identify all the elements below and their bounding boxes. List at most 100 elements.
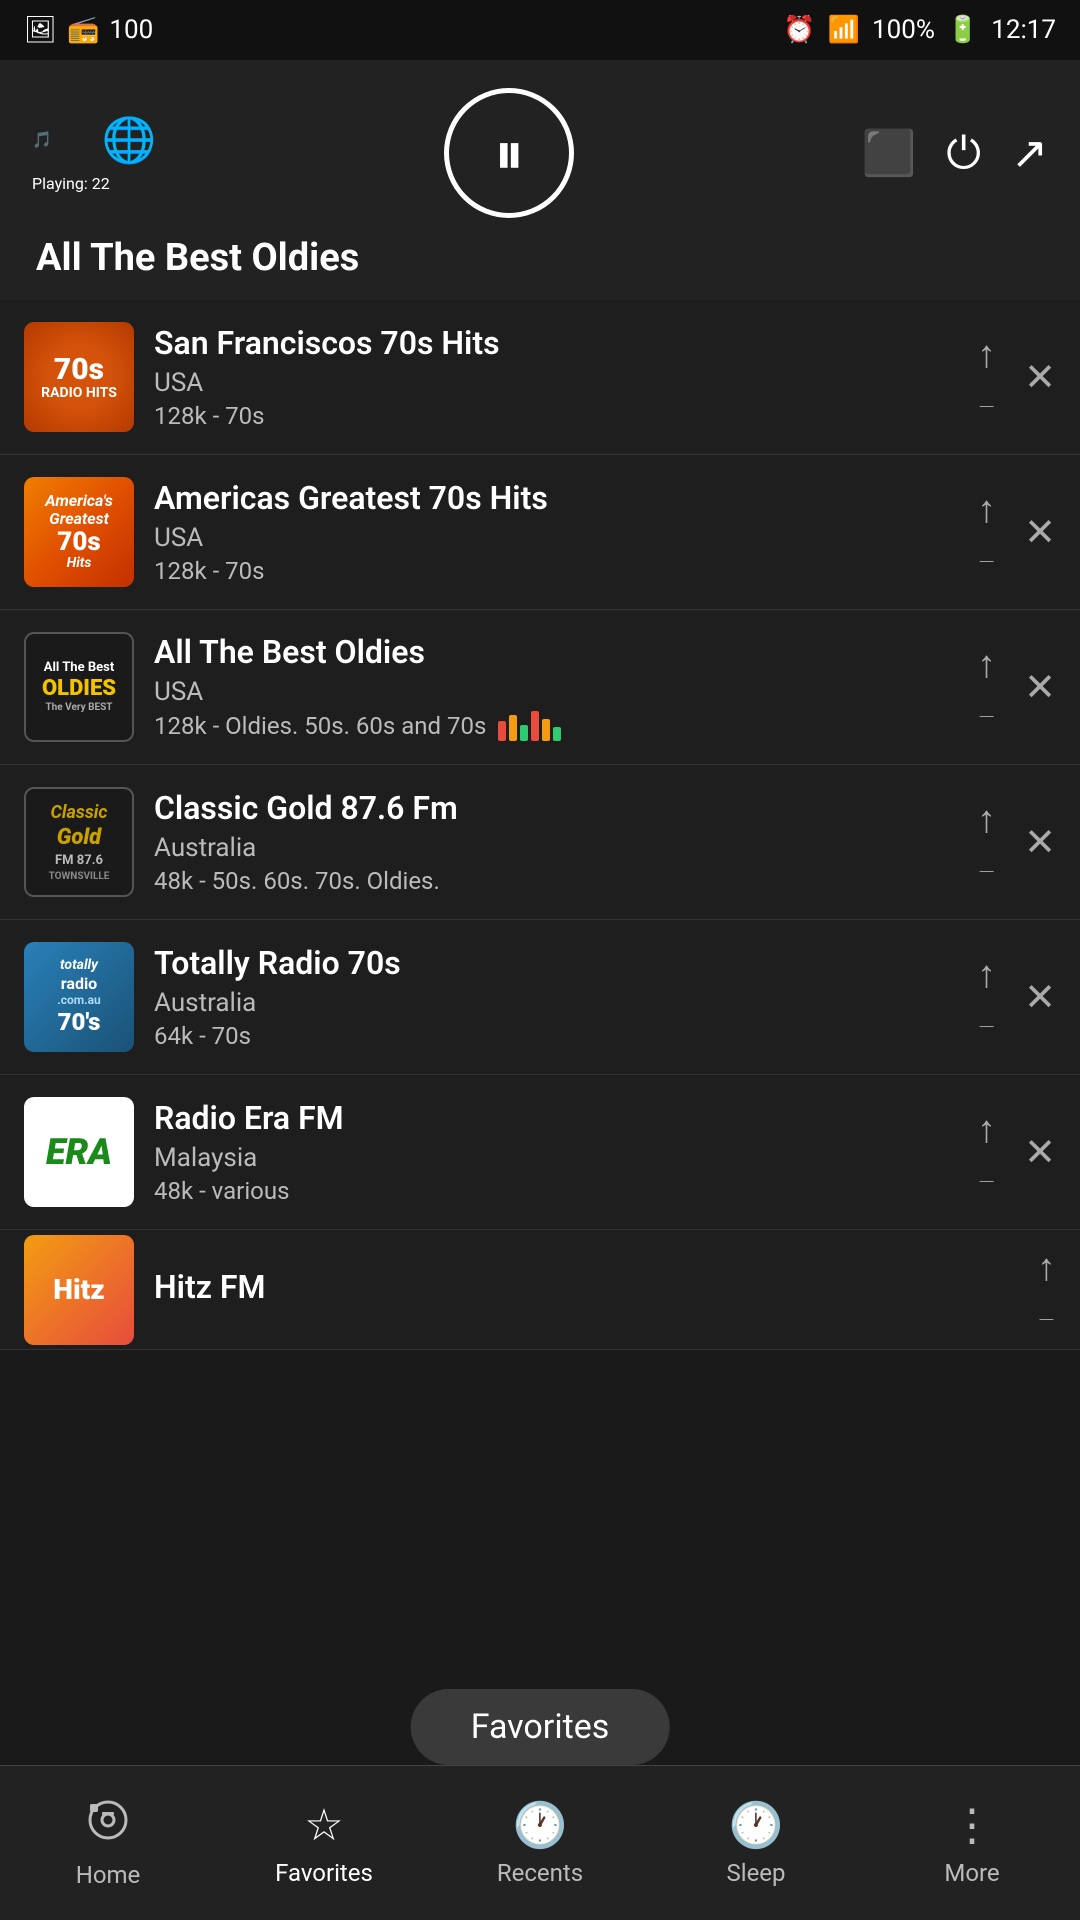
- move-up-button[interactable]: ↑—: [977, 489, 996, 575]
- station-item[interactable]: All The Best OLDIES The Very BEST All Th…: [0, 610, 1080, 765]
- station-country: USA: [154, 368, 957, 398]
- bottom-nav: Home ☆ Favorites 🕐 Recents 🕐 Sleep ⋮ Mor…: [0, 1765, 1080, 1920]
- station-logo: America's Greatest 70s Hits: [24, 477, 134, 587]
- share-button[interactable]: ↗: [1011, 127, 1048, 179]
- station-info: All The Best Oldies USA 128k - Oldies. 5…: [134, 633, 977, 741]
- station-logo: Hitz: [24, 1235, 134, 1345]
- recents-icon: 🕐: [513, 1799, 568, 1851]
- favorites-label: Favorites: [275, 1859, 373, 1887]
- station-actions: ↑— ✕: [977, 954, 1056, 1040]
- wifi-icon: 📶: [828, 15, 860, 45]
- player-header: 🎵 🌐 Playing: 22 ⬛ ⏻ ↗ All The Best Oldie…: [0, 60, 1080, 300]
- more-icon: ⋮: [950, 1799, 994, 1851]
- station-item[interactable]: Classic Gold FM 87.6 TOWNSVILLE Classic …: [0, 765, 1080, 920]
- station-country: USA: [154, 523, 957, 553]
- status-right: ⏰ 📶 100% 🔋 12:17: [783, 15, 1056, 45]
- station-name: All The Best Oldies: [154, 633, 957, 671]
- station-bitrate: 128k - 70s: [154, 402, 957, 430]
- battery-icon: 🔋: [947, 15, 979, 45]
- status-bar: 🖼 📻 100 ⏰ 📶 100% 🔋 12:17: [0, 0, 1080, 60]
- bar: [498, 721, 506, 741]
- remove-button[interactable]: ✕: [1024, 820, 1056, 865]
- remove-button[interactable]: ✕: [1024, 355, 1056, 400]
- station-item[interactable]: ERA Radio Era FM Malaysia 48k - various …: [0, 1075, 1080, 1230]
- move-up-button[interactable]: ↑—: [977, 644, 996, 730]
- nav-sleep[interactable]: 🕐 Sleep: [648, 1799, 864, 1887]
- nav-recents[interactable]: 🕐 Recents: [432, 1799, 648, 1887]
- bar: [520, 725, 528, 741]
- pause-button[interactable]: [444, 88, 574, 218]
- remove-button[interactable]: ✕: [1024, 1130, 1056, 1175]
- player-right-controls: ⬛ ⏻ ↗: [862, 127, 1048, 179]
- move-up-button[interactable]: ↑—: [977, 799, 996, 885]
- bar: [509, 715, 517, 741]
- music-icon[interactable]: 🎵: [32, 130, 52, 149]
- station-bitrate: 128k - Oldies. 50s. 60s and 70s: [154, 711, 957, 741]
- station-logo: ERA: [24, 1097, 134, 1207]
- battery-label: 100%: [872, 15, 935, 45]
- sleep-icon: 🕐: [729, 1799, 784, 1851]
- playing-label: Playing: 22: [32, 174, 110, 193]
- station-actions: ↑— ✕: [977, 489, 1056, 575]
- move-up-button[interactable]: ↑—: [977, 1109, 996, 1195]
- station-info: Americas Greatest 70s Hits USA 128k - 70…: [134, 479, 977, 585]
- station-country: Australia: [154, 833, 957, 863]
- move-up-button[interactable]: ↑—: [977, 334, 996, 420]
- station-actions: ↑—: [1037, 1247, 1056, 1333]
- nav-more[interactable]: ⋮ More: [864, 1799, 1080, 1887]
- remove-button[interactable]: ✕: [1024, 975, 1056, 1020]
- station-info: Hitz FM: [134, 1268, 1037, 1312]
- image-icon: 🖼: [24, 15, 57, 45]
- station-name: San Franciscos 70s Hits: [154, 324, 957, 362]
- station-name: Classic Gold 87.6 Fm: [154, 789, 957, 827]
- station-bitrate: 48k - various: [154, 1177, 957, 1205]
- app-icon: 📻: [67, 15, 99, 45]
- move-up-button[interactable]: ↑—: [1037, 1247, 1056, 1333]
- station-item[interactable]: Hitz Hitz FM ↑—: [0, 1230, 1080, 1350]
- station-name: Hitz FM: [154, 1268, 1017, 1306]
- globe-icon[interactable]: 🌐: [102, 114, 157, 166]
- bar: [531, 711, 539, 741]
- station-item[interactable]: 70s RADIO HITS San Franciscos 70s Hits U…: [0, 300, 1080, 455]
- home-label: Home: [76, 1861, 141, 1889]
- remove-button[interactable]: ✕: [1024, 665, 1056, 710]
- alarm-icon: ⏰: [783, 15, 815, 45]
- power-button[interactable]: ⏻: [946, 127, 981, 179]
- station-actions: ↑— ✕: [977, 1109, 1056, 1195]
- station-logo: 70s RADIO HITS: [24, 322, 134, 432]
- station-bitrate: 128k - 70s: [154, 557, 957, 585]
- station-bitrate: 64k - 70s: [154, 1022, 957, 1050]
- station-logo: Classic Gold FM 87.6 TOWNSVILLE: [24, 787, 134, 897]
- station-info: Radio Era FM Malaysia 48k - various: [134, 1099, 977, 1205]
- nav-home[interactable]: Home: [0, 1798, 216, 1889]
- status-left: 🖼 📻 100: [24, 15, 153, 45]
- playing-bars: [498, 711, 561, 741]
- bar: [553, 727, 561, 741]
- remove-button[interactable]: ✕: [1024, 510, 1056, 555]
- sleep-label: Sleep: [726, 1859, 785, 1887]
- favorites-icon: ☆: [304, 1799, 343, 1851]
- player-controls-row: 🎵 🌐 Playing: 22 ⬛ ⏻ ↗: [32, 88, 1048, 218]
- station-item[interactable]: America's Greatest 70s Hits Americas Gre…: [0, 455, 1080, 610]
- station-actions: ↑— ✕: [977, 799, 1056, 885]
- more-label: More: [944, 1859, 999, 1887]
- home-icon: [86, 1798, 130, 1853]
- station-actions: ↑— ✕: [977, 644, 1056, 730]
- station-info: San Franciscos 70s Hits USA 128k - 70s: [134, 324, 977, 430]
- favorites-tooltip: Favorites: [411, 1689, 670, 1765]
- station-name: Radio Era FM: [154, 1099, 957, 1137]
- station-bitrate: 48k - 50s. 60s. 70s. Oldies.: [154, 867, 957, 895]
- move-up-button[interactable]: ↑—: [977, 954, 996, 1040]
- time-label: 12:17: [991, 15, 1056, 45]
- nav-favorites[interactable]: ☆ Favorites: [216, 1799, 432, 1887]
- station-actions: ↑— ✕: [977, 334, 1056, 420]
- station-item[interactable]: totally radio .com.au 70's Totally Radio…: [0, 920, 1080, 1075]
- station-name: Totally Radio 70s: [154, 944, 957, 982]
- station-country: Australia: [154, 988, 957, 1018]
- station-logo: totally radio .com.au 70's: [24, 942, 134, 1052]
- bar: [542, 719, 550, 741]
- station-info: Classic Gold 87.6 Fm Australia 48k - 50s…: [134, 789, 977, 895]
- station-info: Totally Radio 70s Australia 64k - 70s: [134, 944, 977, 1050]
- stop-button[interactable]: ⬛: [862, 127, 917, 179]
- station-country: USA: [154, 677, 957, 707]
